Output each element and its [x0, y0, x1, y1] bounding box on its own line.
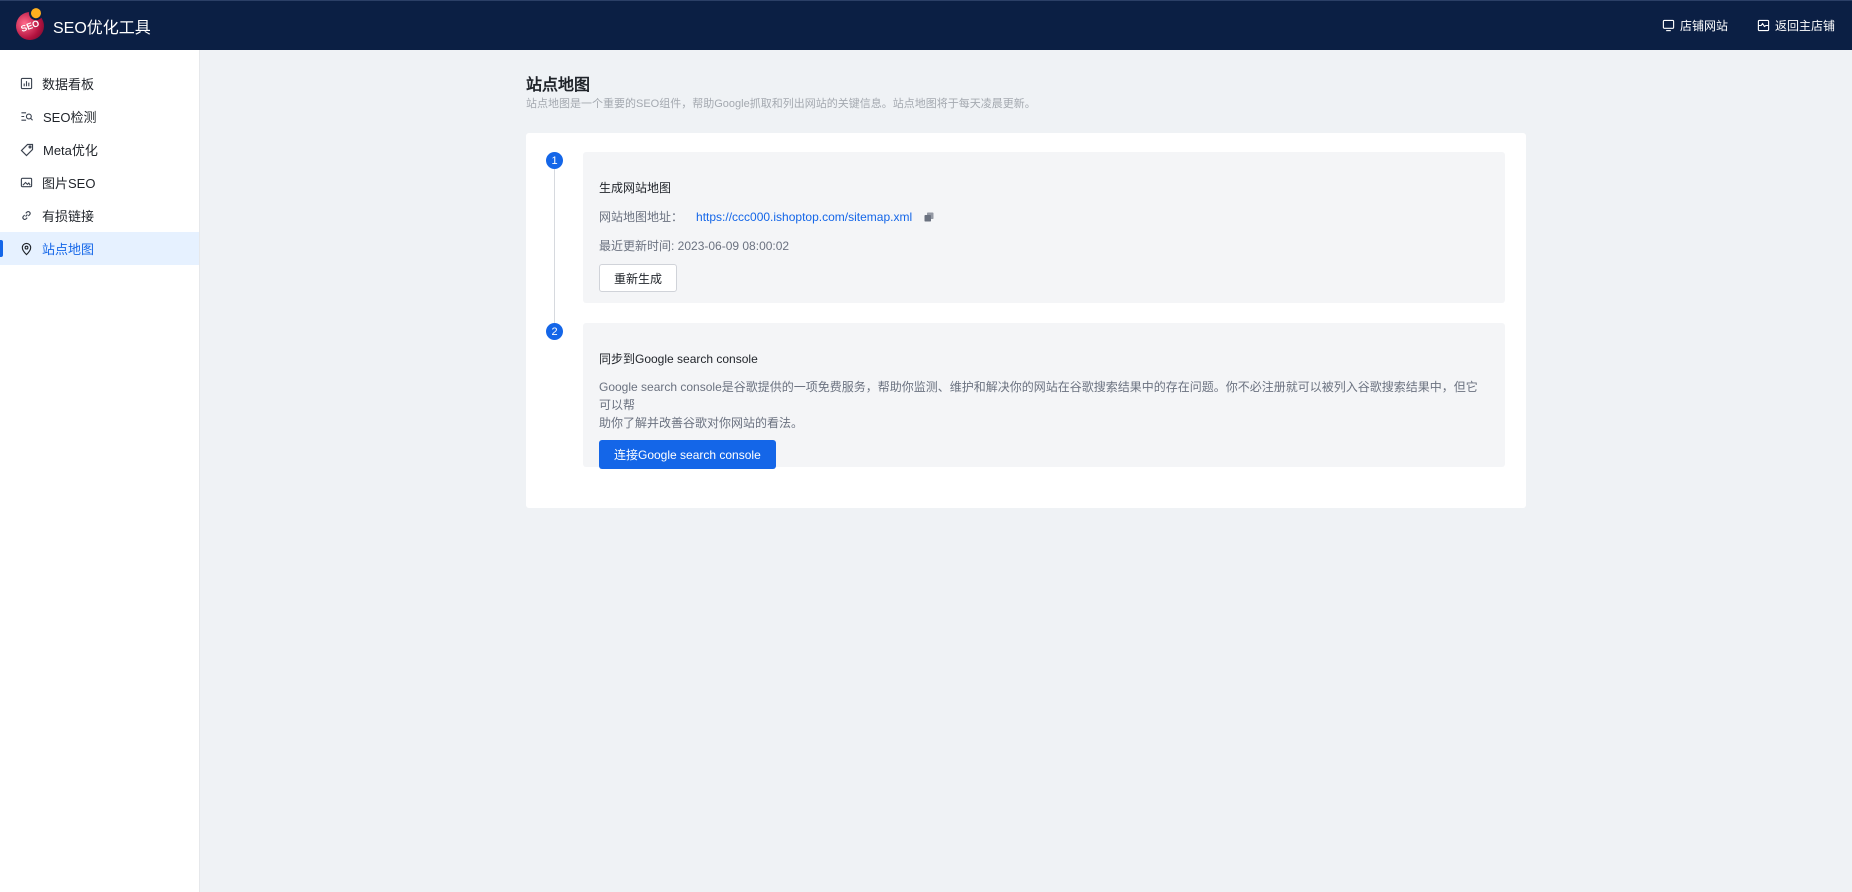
sidebar-item-label: SEO检测 — [43, 110, 97, 125]
sidebar-item-seo-check[interactable]: SEO检测 — [0, 100, 199, 133]
back-to-store-label: 返回主店铺 — [1774, 19, 1835, 33]
link-icon — [22, 211, 31, 220]
timeline-line — [554, 163, 555, 338]
location-pin-icon — [21, 242, 32, 255]
sidebar-item-label: Meta优化 — [43, 143, 98, 158]
sidebar-item-label: 图片SEO — [42, 176, 96, 191]
regenerate-button[interactable]: 重新生成 — [599, 264, 678, 292]
back-to-store-link[interactable]: 返回主店铺 — [1757, 17, 1835, 34]
step-generate-sitemap: 生成网站地图 网站地图地址： https://ccc000.ishoptop.c… — [583, 152, 1505, 303]
store-website-link[interactable]: 店铺网站 — [1662, 17, 1728, 34]
connect-gsc-button[interactable]: 连接Google search console — [599, 440, 776, 469]
top-header: SEO SEO优化工具 店铺网站 返回主店铺 — [0, 0, 1852, 50]
dashboard-icon — [20, 77, 33, 90]
brand[interactable]: SEO SEO优化工具 — [12, 7, 151, 44]
gsc-description-line2: 助你了解并改善谷歌对你网站的看法。 — [599, 416, 804, 430]
sidebar-item-label: 有损链接 — [42, 209, 95, 224]
seo-logo-icon: SEO — [12, 7, 48, 44]
image-icon — [20, 177, 33, 188]
sitemap-url-link[interactable]: https://ccc000.ishoptop.com/sitemap.xml — [696, 210, 912, 224]
last-updated-time: 最近更新时间: 2023-06-09 08:00:02 — [599, 239, 790, 253]
gsc-description: Google search console是谷歌提供的一项免费服务，帮助你监测、… — [599, 378, 1489, 432]
sidebar-item-meta[interactable]: Meta优化 — [0, 133, 199, 166]
gsc-description-line1: Google search console是谷歌提供的一项免费服务，帮助你监测、… — [599, 380, 1478, 412]
step-title: 生成网站地图 — [599, 181, 672, 195]
step-number: 2 — [546, 323, 563, 340]
sidebar-item-sitemap[interactable]: 站点地图 — [0, 232, 199, 265]
sitemap-url-row: 网站地图地址： https://ccc000.ishoptop.com/site… — [599, 208, 1505, 225]
app-title: SEO优化工具 — [53, 19, 151, 37]
step-title: 同步到Google search console — [599, 352, 758, 366]
step-number: 1 — [546, 152, 563, 169]
sitemap-url-label: 网站地图地址： — [599, 210, 684, 224]
sidebar-item-label: 数据看板 — [42, 77, 95, 92]
step-google-search-console: 同步到Google search console Google search c… — [583, 323, 1505, 469]
header-actions: 店铺网站 返回主店铺 — [1633, 17, 1835, 34]
store-website-label: 店铺网站 — [1679, 19, 1728, 33]
sidebar: 数据看板 SEO检测 Meta优化 图片SEO 有损链接 站点地图 — [0, 50, 200, 892]
sidebar-item-image-seo[interactable]: 图片SEO — [0, 166, 199, 199]
sidebar-item-dashboard[interactable]: 数据看板 — [0, 67, 199, 100]
logo-text: SEO — [19, 17, 41, 34]
sitemap-card: 1 生成网站地图 网站地图地址： https://ccc000.ishoptop… — [526, 133, 1526, 508]
copy-icon[interactable] — [924, 212, 934, 222]
monitor-icon — [1662, 19, 1675, 32]
store-icon — [1757, 19, 1770, 32]
sidebar-item-label: 站点地图 — [42, 242, 95, 257]
page-description: 站点地图是一个重要的SEO组件，帮助Google抓取和列出网站的关键信息。站点地… — [526, 98, 1036, 110]
tag-icon — [20, 143, 34, 156]
page-title: 站点地图 — [526, 77, 591, 94]
seo-check-icon — [21, 112, 33, 121]
sidebar-item-broken-links[interactable]: 有损链接 — [0, 199, 199, 232]
